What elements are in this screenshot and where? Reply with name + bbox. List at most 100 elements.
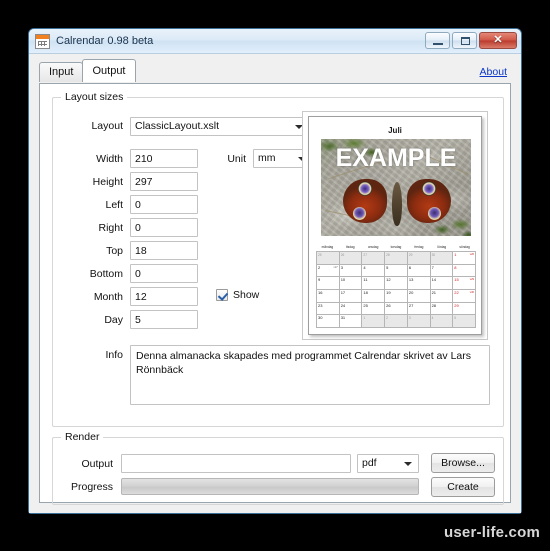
calendar-day-number: 21 [431, 290, 437, 295]
show-checkbox[interactable] [216, 289, 228, 301]
calendar-day-number: 12 [386, 277, 391, 283]
left-input[interactable] [130, 195, 198, 214]
top-input[interactable] [130, 241, 198, 260]
calendar-day-number: 10 [340, 277, 346, 283]
height-input[interactable] [130, 172, 198, 191]
calendar-day-cell: 23 [317, 302, 340, 316]
info-textarea[interactable]: Denna almanacka skapades med programmet … [130, 345, 490, 405]
calendar-week-note: v29 [469, 278, 474, 282]
calendar-day-number: 1 [454, 252, 457, 257]
application-window: Calrendar 0.98 beta ✕ Input Output About [28, 28, 522, 514]
calendar-day-number: 11 [363, 277, 368, 283]
calendar-day-cell: 28 [385, 252, 408, 265]
bottom-input[interactable] [130, 264, 198, 283]
output-path-input[interactable] [121, 454, 351, 473]
calendar-day-number: 7 [431, 264, 434, 270]
calendar-day-cell: 27 [362, 252, 386, 265]
calendar-day-number: 27 [408, 302, 414, 308]
month-label: Month [93, 291, 123, 303]
calendar-day-number: 25 [318, 253, 322, 257]
unit-select-value: mm [258, 152, 276, 164]
title-bar[interactable]: Calrendar 0.98 beta ✕ [29, 29, 521, 54]
screen: Calrendar 0.98 beta ✕ Input Output About [0, 0, 550, 551]
calendar-weekday: söndag [459, 245, 470, 249]
calendar-day-cell: 9 [317, 277, 340, 290]
calendar-day-cell: 17 [339, 290, 363, 303]
layout-select[interactable]: ClassicLayout.xslt [130, 117, 310, 136]
butterfly-eyespot-left [353, 207, 366, 220]
width-input[interactable] [130, 149, 198, 168]
calendar-day-cell: 30 [317, 315, 340, 328]
calendar-week-note: v30 [469, 291, 474, 294]
create-button[interactable]: Create [431, 477, 495, 497]
unit-label: Unit [227, 153, 246, 165]
about-link[interactable]: About [480, 66, 507, 78]
calendar-day-cell: 5 [453, 315, 476, 328]
calendar-icon [35, 33, 50, 49]
month-input[interactable] [130, 287, 198, 306]
calendar-weekday: lördag [437, 245, 447, 249]
info-label: Info [105, 349, 123, 361]
calendar-weekday: onsdag [367, 245, 379, 249]
day-input[interactable] [130, 310, 198, 329]
show-checkbox-row[interactable]: Show [216, 289, 259, 301]
calendar-day-cell: 22 v30 [453, 290, 476, 303]
calendar-day-cell: 18 [362, 290, 386, 303]
calendar-day-number: 5 [386, 264, 389, 270]
close-icon: ✕ [493, 34, 503, 46]
window-title: Calrendar 0.98 beta [56, 35, 154, 47]
layout-select-value: ClassicLayout.xslt [135, 120, 220, 132]
calendar-day-number: 2 [386, 316, 388, 321]
butterfly-body [392, 182, 402, 226]
top-label: Top [106, 245, 123, 257]
layout-label: Layout [91, 120, 123, 132]
calendar-day-cell: 25 [317, 252, 340, 265]
calendar-day-cell: 5 [385, 264, 408, 278]
layout-sizes-group: Layout sizes Layout ClassicLayout.xslt W… [52, 91, 504, 427]
calendar-weekday: måndag [321, 245, 334, 249]
calendar-day-number: 3 [408, 316, 411, 321]
calendar-day-number: 26 [386, 302, 391, 308]
preview-calendar-grid: måndag tisdag onsdag torsdag fredag lördag sön… [316, 243, 476, 328]
maximize-button[interactable] [452, 32, 477, 49]
calendar-day-number: 3 [340, 264, 343, 270]
progress-label: Progress [70, 481, 113, 493]
calendar-day-cell: 29 [407, 252, 431, 265]
calendar-day-number: 28 [386, 253, 390, 257]
calendar-day-number: 25 [363, 302, 368, 308]
calendar-weekday-header: måndag tisdag onsdag torsdag fredag lördag sön… [316, 243, 476, 251]
close-button[interactable]: ✕ [479, 32, 517, 49]
tab-output[interactable]: Output [82, 59, 136, 82]
calendar-day-number: 14 [431, 277, 437, 283]
calendar-day-number: 20 [408, 290, 414, 295]
calendar-weekday: fredag [414, 245, 424, 249]
calendar-day-cell: 25 [362, 302, 386, 316]
calendar-day-cell: 10 [339, 277, 363, 290]
preview-month-title: Juli [388, 126, 402, 135]
show-label: Show [233, 289, 260, 301]
calendar-day-cell: 26 [385, 302, 408, 316]
calendar-day-cell: 24 [339, 302, 363, 316]
minimize-button[interactable] [425, 32, 450, 49]
calendar-day-cell: 27 [407, 302, 431, 316]
calendar-day-number: 29 [408, 253, 413, 257]
calendar-day-cell: 29 [453, 302, 476, 316]
calendar-day-cell: 11 [362, 277, 386, 290]
minimize-icon [433, 43, 443, 45]
right-input[interactable] [130, 218, 198, 237]
width-label: Width [96, 153, 123, 165]
chevron-down-icon [404, 461, 412, 466]
calendar-weekday: tisdag [346, 245, 355, 249]
render-group: Render Output pdf Browse... Progress Cre… [52, 431, 504, 505]
browse-button[interactable]: Browse... [431, 453, 495, 473]
bottom-label: Bottom [89, 268, 123, 280]
tab-input[interactable]: Input [39, 62, 84, 82]
output-format-select[interactable]: pdf [357, 454, 419, 473]
calendar-day-cell: 3 [407, 315, 431, 328]
calendar-weekday: torsdag [390, 245, 402, 249]
calendar-day-number: 5 [454, 316, 457, 321]
calendar-day-number: 27 [363, 253, 367, 257]
calendar-day-number: 9 [318, 277, 321, 283]
calendar-day-number: 26 [340, 253, 345, 257]
calendar-day-cell: 31 [339, 315, 363, 328]
